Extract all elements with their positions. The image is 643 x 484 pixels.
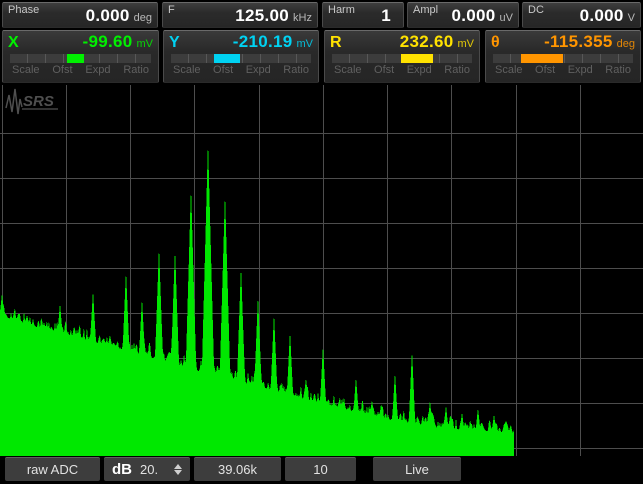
channel-y-bar-meter — [171, 54, 311, 63]
channel-y-name: Y — [169, 34, 180, 51]
dc-offset-value: 0.000 — [579, 6, 624, 25]
amplitude-label: Ampl — [413, 4, 439, 16]
spectrum-svg: SRS — [0, 85, 643, 456]
span-button[interactable]: 39.06k — [194, 457, 281, 481]
channel-r-value: 232.60 — [399, 32, 454, 51]
channel-y-value: -210.19 — [232, 32, 293, 51]
channel-r-expd-button[interactable]: Expd — [407, 64, 432, 76]
channel-theta-unit: deg — [616, 38, 635, 50]
spectrum-display[interactable]: SRS — [0, 85, 643, 456]
channel-y-ratio-button[interactable]: Ratio — [283, 64, 309, 76]
channel-x-value: -99.60 — [82, 32, 133, 51]
source-button-label: raw ADC — [26, 462, 79, 477]
channel-x-name: X — [8, 34, 19, 51]
spectrum-trace — [0, 141, 514, 456]
dc-offset-box[interactable]: DC 0.000 V — [522, 2, 641, 28]
channel-r-ratio-button[interactable]: Ratio — [444, 64, 470, 76]
spinner-arrows-icon[interactable] — [174, 464, 182, 475]
channel-theta-value: -115.355 — [544, 32, 613, 51]
channel-theta-scale-button[interactable]: Scale — [495, 64, 523, 76]
channel-theta-bar-segment — [521, 54, 563, 63]
channel-y-expd-button[interactable]: Expd — [246, 64, 271, 76]
channel-y-bar-segment — [214, 54, 240, 63]
channel-theta-bar-meter — [493, 54, 633, 63]
channel-r-ofst-button[interactable]: Ofst — [374, 64, 394, 76]
svg-text:SRS: SRS — [23, 93, 54, 110]
phase-value: 0.000 — [85, 6, 130, 25]
channel-r-bar-segment — [400, 54, 433, 63]
frequency-value: 125.00 — [235, 6, 290, 25]
dc-offset-label: DC — [528, 4, 544, 16]
mode-button[interactable]: Live — [373, 457, 461, 481]
channel-y-scale-button[interactable]: Scale — [173, 64, 201, 76]
db-label: dB — [112, 461, 132, 478]
channel-r-name: R — [330, 34, 342, 51]
phase-label: Phase — [8, 4, 40, 16]
channel-theta-expd-button[interactable]: Expd — [568, 64, 593, 76]
amplitude-box[interactable]: Ampl 0.000 uV — [407, 2, 519, 28]
channel-y-unit: mV — [296, 38, 314, 50]
harmonic-value: 1 — [381, 6, 391, 25]
channel-x-box[interactable]: X -99.60 mV Scale Ofst Expd Ratio — [2, 30, 159, 83]
averages-value: 10 — [313, 462, 328, 477]
channel-r-scale-button[interactable]: Scale — [334, 64, 362, 76]
channel-y-box[interactable]: Y -210.19 mV Scale Ofst Expd Ratio — [163, 30, 319, 83]
channel-x-ofst-button[interactable]: Ofst — [52, 64, 72, 76]
mode-label: Live — [405, 462, 429, 477]
averages-button[interactable]: 10 — [285, 457, 356, 481]
amplitude-unit: uV — [499, 12, 513, 24]
amplitude-value: 0.000 — [451, 6, 496, 25]
channel-r-bar-meter — [332, 54, 472, 63]
db-per-div-value: 20. — [140, 462, 159, 477]
channel-r-unit: mV — [457, 38, 475, 50]
srs-logo: SRS — [5, 88, 58, 115]
channel-x-expd-button[interactable]: Expd — [85, 64, 110, 76]
channel-theta-ofst-button[interactable]: Ofst — [535, 64, 555, 76]
channel-y-ofst-button[interactable]: Ofst — [213, 64, 233, 76]
phase-unit: deg — [133, 12, 152, 24]
channel-x-ratio-button[interactable]: Ratio — [123, 64, 149, 76]
channel-theta-name: θ — [491, 34, 500, 51]
harmonic-box[interactable]: Harm 1 — [322, 2, 404, 28]
channel-theta-ratio-button[interactable]: Ratio — [605, 64, 631, 76]
frequency-label: F — [168, 4, 175, 16]
phase-box[interactable]: Phase 0.000 deg — [2, 2, 158, 28]
channel-x-bar-meter — [10, 54, 151, 63]
db-scale-button[interactable]: dB 20. — [104, 457, 190, 481]
span-value: 39.06k — [217, 462, 258, 477]
frequency-box[interactable]: F 125.00 kHz — [162, 2, 318, 28]
channel-theta-box[interactable]: θ -115.355 deg Scale Ofst Expd Ratio — [485, 30, 641, 83]
harmonic-label: Harm — [328, 4, 355, 16]
source-button[interactable]: raw ADC — [5, 457, 100, 481]
channel-r-box[interactable]: R 232.60 mV Scale Ofst Expd Ratio — [324, 30, 480, 83]
dc-offset-unit: V — [627, 12, 635, 24]
channel-x-bar-segment — [67, 54, 84, 63]
frequency-unit: kHz — [293, 12, 312, 24]
channel-x-unit: mV — [136, 38, 154, 50]
channel-x-scale-button[interactable]: Scale — [12, 64, 40, 76]
